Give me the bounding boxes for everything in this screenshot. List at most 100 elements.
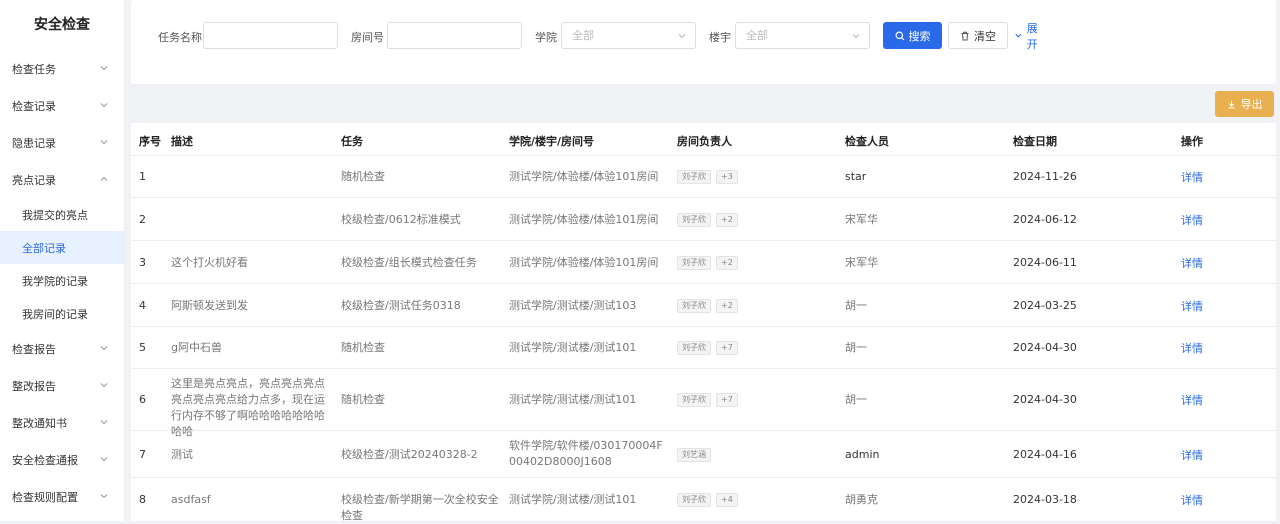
sidebar-subitem-4[interactable]: 我房间的记录 [0,297,124,330]
detail-link[interactable]: 详情 [1181,255,1203,271]
cell-task: 随机检查 [341,341,385,354]
owner-tag: 刘子欣 [677,341,711,355]
owner-more-tag: +7 [716,341,738,355]
cell-seq: 1 [139,170,146,183]
search-icon [895,31,904,40]
export-button[interactable]: 导出 [1215,91,1274,117]
sidebar-item-8[interactable]: 安全检查通报 [0,441,124,478]
chevron-down-icon [100,140,108,145]
cell-inspector: 宋军华 [845,213,878,226]
sidebar-item-6[interactable]: 整改报告 [0,367,124,404]
col-seq: 序号 [139,135,161,148]
owner-tags: 刘子欣 +7 [677,393,738,407]
chevron-down-icon [852,34,860,39]
cell-task: 校级检查/组长模式检查任务 [341,256,477,269]
col-date: 检查日期 [1013,135,1057,148]
cell-seq: 3 [139,256,146,269]
chevron-down-icon [100,494,108,499]
sidebar-item-3[interactable]: 隐患记录 [0,124,124,161]
owner-tag: 刘艺涵 [677,448,711,462]
cell-date: 2024-11-26 [1013,170,1077,183]
detail-link[interactable]: 详情 [1181,492,1203,508]
owner-tags: 刘子欣 +2 [677,213,738,227]
sidebar-item-4[interactable]: 亮点记录 [0,161,124,198]
sidebar-item-2[interactable]: 检查记录 [0,87,124,124]
detail-link[interactable]: 详情 [1181,340,1203,356]
sidebar-item-5[interactable]: 检查报告 [0,330,124,367]
task-name-input[interactable] [203,22,338,49]
filter-panel: 任务名称 房间号 学院 全部 楼宇 全部 搜索 清空 展开 [131,0,1276,84]
detail-link[interactable]: 详情 [1181,212,1203,228]
sidebar-item-label: 隐患记录 [12,136,56,150]
chevron-down-icon [100,420,108,425]
cell-inspector: 宋军华 [845,256,878,269]
cell-date: 2024-03-25 [1013,299,1077,312]
cell-seq: 7 [139,448,146,461]
table-row: 3 这个打火机好看 校级检查/组长模式检查任务 测试学院/体验楼/体验101房间 刘子欣… [131,241,1276,284]
building-label: 楼宇 [709,31,731,44]
search-button[interactable]: 搜索 [883,22,942,49]
cell-inspector: 胡一 [845,299,867,312]
cell-desc: 这个打火机好看 [171,256,248,269]
sidebar-item-label: 整改通知书 [12,416,67,430]
col-action: 操作 [1181,135,1203,148]
cell-inspector: star [845,170,867,183]
col-inspector: 检查人员 [845,135,889,148]
sidebar-menu: 检查任务 检查记录 隐患记录 亮点记录 我提交的亮点 全部记录 我学院的记录 我房间的记录 检查… [0,50,124,515]
sidebar-item-9[interactable]: 检查规则配置 [0,478,124,515]
cell-inspector: admin [845,448,880,461]
detail-link[interactable]: 详情 [1181,392,1203,408]
sidebar-item-7[interactable]: 整改通知书 [0,404,124,441]
college-select-value: 全部 [572,29,594,42]
col-owner: 房间负责人 [677,135,732,148]
sidebar-subitem-2[interactable]: 全部记录 [0,231,124,264]
cell-desc: g阿中石兽 [171,341,222,354]
sidebar-item-label: 检查任务 [12,62,56,76]
cell-task: 校级检查/测试任务0318 [341,299,461,312]
table-row: 1 随机检查 测试学院/体验楼/体验101房间 刘子欣 +3 star 2024-11-26… [131,156,1276,198]
clear-button[interactable]: 清空 [948,22,1008,49]
detail-link[interactable]: 详情 [1181,447,1203,463]
owner-more-tag: +2 [716,213,738,227]
owner-more-tag: +4 [716,493,738,507]
cell-location: 测试学院/测试楼/测试101 [509,493,637,506]
expand-button[interactable]: 展开 [1014,22,1048,51]
table-row: 4 阿斯顿发送到发 校级检查/测试任务0318 测试学院/测试楼/测试103 刘子欣 +2… [131,284,1276,327]
cell-task: 校级检查/新学期第一次全校安全检查 [341,493,499,522]
search-button-label: 搜索 [908,29,931,43]
owner-tags: 刘子欣 +3 [677,170,738,184]
cell-seq: 2 [139,213,146,226]
cell-location: 测试学院/测试楼/测试101 [509,393,637,406]
room-number-input[interactable] [387,22,522,49]
owner-more-tag: +2 [716,256,738,270]
building-select[interactable]: 全部 [735,22,870,49]
owner-more-tag: +2 [716,299,738,313]
cell-date: 2024-03-18 [1013,493,1077,506]
app-title: 安全检查 [34,17,90,33]
table-row: 7 测试 校级检查/测试20240328-2 软件学院/软件楼/030170004F0… [131,431,1276,478]
owner-more-tag: +3 [716,170,738,184]
owner-tags: 刘子欣 +2 [677,299,738,313]
owner-more-tag: +7 [716,393,738,407]
sidebar-subitem-3[interactable]: 我学院的记录 [0,264,124,297]
sidebar-subitem-1[interactable]: 我提交的亮点 [0,198,124,231]
college-select[interactable]: 全部 [561,22,696,49]
table-header: 序号 描述 任务 学院/楼宇/房间号 房间负责人 检查人员 检查日期 操作 [131,123,1276,156]
table-row: 8 asdfasf 校级检查/新学期第一次全校安全检查 测试学院/测试楼/测试101 刘… [131,478,1276,522]
cell-location: 测试学院/体验楼/体验101房间 [509,213,659,226]
detail-link[interactable]: 详情 [1181,298,1203,314]
chevron-down-icon [100,346,108,351]
cell-location: 测试学院/体验楼/体验101房间 [509,170,659,183]
chevron-down-icon [678,34,686,39]
owner-tag: 刘子欣 [677,299,711,313]
sidebar-item-1[interactable]: 检查任务 [0,50,124,87]
task-name-label: 任务名称 [158,31,202,44]
cell-location: 测试学院/体验楼/体验101房间 [509,256,659,269]
chevron-down-icon [100,66,108,71]
cell-date: 2024-06-11 [1013,256,1077,269]
cell-location: 软件学院/软件楼/030170004F00402D8000J1608 [509,439,663,468]
college-label: 学院 [535,31,557,44]
sidebar-item-label: 安全检查通报 [12,453,78,467]
detail-link[interactable]: 详情 [1181,169,1203,185]
owner-tags: 刘子欣 +4 [677,493,738,507]
